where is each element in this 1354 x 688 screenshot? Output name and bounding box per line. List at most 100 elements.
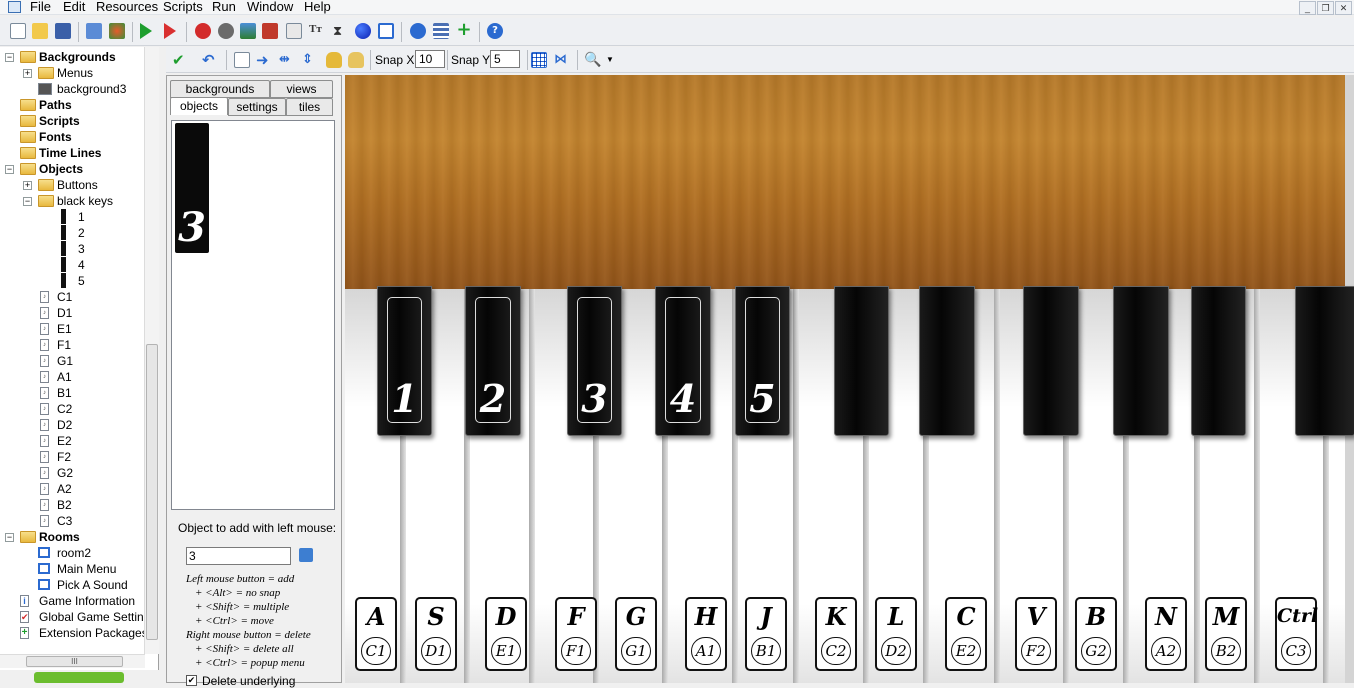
open-folder-icon[interactable] [32, 23, 48, 39]
create-executable-icon[interactable] [86, 23, 102, 39]
collapse-icon[interactable]: − [5, 53, 14, 62]
tree-item[interactable]: ♪ A2 [0, 481, 145, 497]
expand-icon[interactable]: + [23, 181, 32, 190]
tree-item[interactable]: background3 [0, 81, 145, 97]
white-key-label[interactable]: V F2 [1015, 597, 1057, 671]
create-font-icon[interactable]: Tт [309, 23, 325, 39]
tree-item[interactable]: ♪ B1 [0, 385, 145, 401]
ok-check-icon[interactable]: ✔ [172, 52, 188, 68]
white-key-label[interactable]: A C1 [355, 597, 397, 671]
menu-run[interactable]: Run [212, 0, 236, 14]
create-path-icon[interactable] [262, 23, 278, 39]
snap-y-input[interactable]: 5 [490, 50, 520, 68]
tree-item[interactable]: ♪ C3 [0, 513, 145, 529]
save-icon[interactable] [55, 23, 71, 39]
menu-edit[interactable]: Edit [63, 0, 85, 14]
black-key[interactable]: 2 [465, 286, 521, 436]
white-key-label[interactable]: Ctrl C3 [1275, 597, 1318, 671]
isometric-grid-icon[interactable]: ⋈ [554, 52, 570, 68]
sort-y-icon[interactable]: ⇕ [302, 52, 318, 68]
tree-item[interactable]: ♪ D1 [0, 305, 145, 321]
tree-item[interactable]: − Backgrounds [0, 49, 145, 65]
tree-item[interactable]: ♪ C1 [0, 289, 145, 305]
tree-item[interactable]: ♪ G2 [0, 465, 145, 481]
tab-backgrounds[interactable]: backgrounds [170, 80, 270, 98]
scroll-thumb[interactable] [146, 344, 158, 640]
menu-resources[interactable]: Resources [96, 0, 158, 14]
object-menu-icon[interactable] [299, 548, 313, 562]
menu-scripts[interactable]: Scripts [163, 0, 203, 14]
tree-item[interactable]: ♪ F2 [0, 449, 145, 465]
room-canvas[interactable]: 1 2 3 4 5 A C1 S D1 D E1 F F1 G G1 H A1 J B1 K C2 L D2 C E2 V F2 B G… [345, 75, 1354, 683]
tree-item[interactable]: ♪ F1 [0, 337, 145, 353]
tree-item[interactable]: ♪ C2 [0, 401, 145, 417]
create-script-icon[interactable] [286, 23, 302, 39]
tab-settings[interactable]: settings [228, 98, 286, 116]
zoom-icon[interactable]: 🔍 [584, 52, 601, 68]
tree-item[interactable]: + Menus [0, 65, 145, 81]
black-key[interactable] [834, 286, 889, 436]
tree-item[interactable]: room2 [0, 545, 145, 561]
tree-item[interactable]: − Objects [0, 161, 145, 177]
run-icon[interactable] [140, 23, 152, 39]
tree-item[interactable]: Paths [0, 97, 145, 113]
tree-item[interactable]: − Rooms [0, 529, 145, 545]
help-icon[interactable]: ? [487, 23, 503, 39]
white-key-label[interactable]: L D2 [875, 597, 917, 671]
tree-item[interactable]: Scripts [0, 113, 145, 129]
run-debug-icon[interactable] [164, 23, 176, 39]
tree-item[interactable]: ♪ A1 [0, 369, 145, 385]
tree-horizontal-scrollbar[interactable]: III [0, 654, 145, 668]
white-key-label[interactable]: D E1 [485, 597, 527, 671]
black-key[interactable]: 1 [377, 286, 432, 436]
menu-file[interactable]: File [30, 0, 51, 14]
publish-icon[interactable] [109, 23, 125, 39]
tree-item[interactable]: ♪ E2 [0, 433, 145, 449]
close-icon[interactable]: ✕ [1335, 1, 1352, 15]
clear-room-icon[interactable] [234, 52, 250, 68]
white-key-label[interactable]: K C2 [815, 597, 857, 671]
tree-item[interactable]: ♪ D2 [0, 417, 145, 433]
tree-item[interactable]: Time Lines [0, 145, 145, 161]
create-timeline-icon[interactable]: ⧗ [333, 23, 349, 39]
collapse-icon[interactable]: − [5, 533, 14, 542]
shift-instances-icon[interactable]: ➜ [256, 52, 272, 68]
tree-item[interactable]: 3 [0, 241, 145, 257]
black-key[interactable] [1113, 286, 1169, 436]
snap-x-input[interactable]: 10 [415, 50, 445, 68]
tab-tiles[interactable]: tiles [286, 98, 333, 116]
tree-item[interactable]: Main Menu [0, 561, 145, 577]
restore-icon[interactable]: ❐ [1317, 1, 1334, 15]
white-key-label[interactable]: S D1 [415, 597, 457, 671]
tree-item[interactable]: − black keys [0, 193, 145, 209]
tree-item[interactable]: Fonts [0, 129, 145, 145]
black-key[interactable] [1023, 286, 1079, 436]
white-key-label[interactable]: C E2 [945, 597, 987, 671]
black-key[interactable] [1295, 286, 1354, 436]
add-extension-icon[interactable]: + [456, 21, 472, 39]
black-key[interactable]: 4 [655, 286, 711, 436]
tab-views[interactable]: views [270, 80, 333, 98]
tree-item[interactable]: ✔ Global Game Settings [0, 609, 156, 625]
white-key-label[interactable]: B G2 [1075, 597, 1117, 671]
tree-item[interactable]: + Extension Packages [0, 625, 148, 641]
chevron-down-icon[interactable]: ▼ [606, 52, 622, 68]
tree-item[interactable]: ♪ B2 [0, 497, 145, 513]
white-key-label[interactable]: H A1 [685, 597, 727, 671]
lock-icon[interactable] [326, 52, 342, 68]
white-key-label[interactable]: M B2 [1205, 597, 1247, 671]
tree-item[interactable]: 2 [0, 225, 145, 241]
white-key-label[interactable]: N A2 [1145, 597, 1187, 671]
undo-icon[interactable]: ↶ [202, 52, 218, 68]
tree-item[interactable]: + Buttons [0, 177, 145, 193]
tree-vertical-scrollbar[interactable] [144, 47, 159, 654]
tree-item[interactable]: 1 [0, 209, 145, 225]
sort-x-icon[interactable]: ⇹ [279, 52, 295, 68]
unlock-icon[interactable] [348, 52, 364, 68]
menu-help[interactable]: Help [304, 0, 331, 14]
minimize-icon[interactable]: _ [1299, 1, 1316, 15]
menu-window[interactable]: Window [247, 0, 293, 14]
create-room-icon[interactable] [378, 23, 394, 39]
white-key-label[interactable]: G G1 [615, 597, 657, 671]
create-sound-icon[interactable] [218, 23, 234, 39]
